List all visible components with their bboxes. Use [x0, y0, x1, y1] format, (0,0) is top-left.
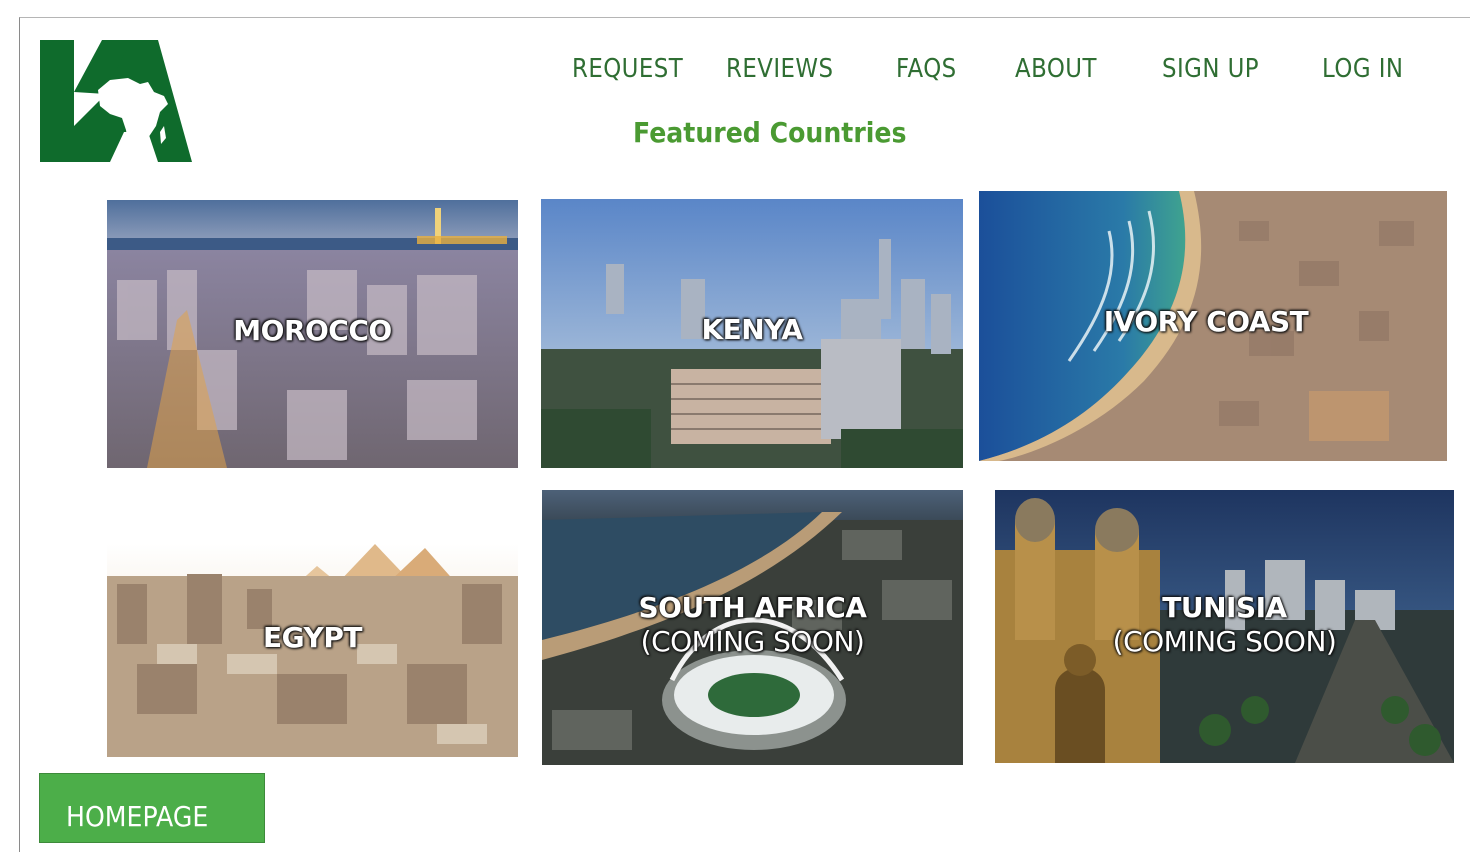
country-tile-tunisia[interactable]: TUNISIA (COMING SOON) — [995, 490, 1454, 763]
nav-login[interactable]: LOG IN — [1322, 54, 1403, 84]
country-tile-egypt[interactable]: EGYPT — [107, 544, 518, 757]
country-label-egypt: EGYPT — [263, 621, 362, 654]
site-logo[interactable] — [40, 40, 192, 162]
country-tile-ivory-coast[interactable]: IVORY COAST — [979, 191, 1447, 461]
country-label-morocco: MOROCCO — [233, 314, 392, 347]
country-tile-morocco[interactable]: MOROCCO — [107, 200, 518, 468]
nav-about[interactable]: ABOUT — [1015, 54, 1097, 84]
country-label-kenya: KENYA — [701, 313, 803, 346]
country-name-tunisia: TUNISIA — [1162, 591, 1287, 624]
nav-reviews[interactable]: REVIEWS — [726, 54, 833, 84]
country-name-south-africa: SOUTH AFRICA — [638, 591, 867, 624]
country-label-tunisia: TUNISIA (COMING SOON) — [995, 591, 1454, 659]
nav-signup[interactable]: SIGN UP — [1162, 54, 1259, 84]
nav-faqs[interactable]: FAQS — [896, 54, 957, 84]
country-label-south-africa: SOUTH AFRICA (COMING SOON) — [542, 591, 963, 659]
africa-logo-icon — [40, 40, 192, 162]
country-label-ivory-coast: IVORY COAST — [1103, 305, 1309, 338]
country-tile-kenya[interactable]: KENYA — [541, 199, 963, 468]
homepage-button[interactable]: HOMEPAGE — [39, 773, 265, 843]
homepage-button-label: HOMEPAGE — [66, 800, 209, 833]
coming-soon-badge: (COMING SOON) — [1112, 625, 1337, 658]
section-title: Featured Countries — [633, 116, 907, 149]
coming-soon-badge: (COMING SOON) — [640, 625, 865, 658]
nav-request[interactable]: REQUEST — [572, 54, 683, 84]
country-tile-south-africa[interactable]: SOUTH AFRICA (COMING SOON) — [542, 490, 963, 765]
